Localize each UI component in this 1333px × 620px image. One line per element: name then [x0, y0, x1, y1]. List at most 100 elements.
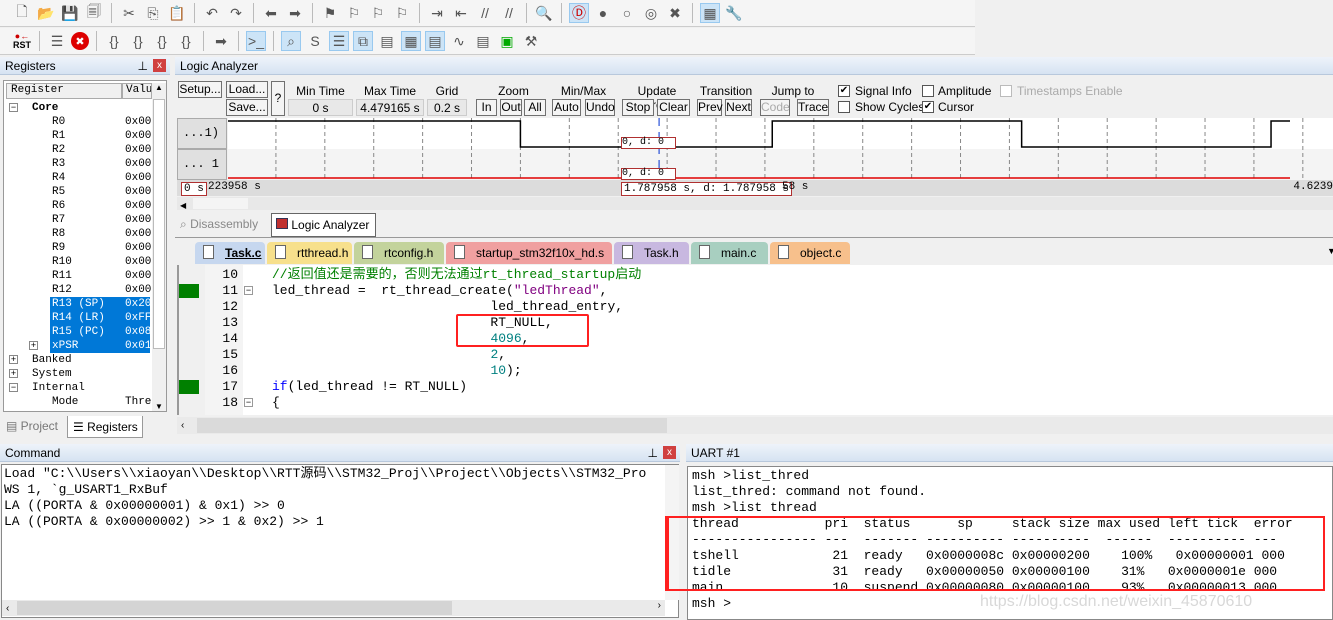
register-row[interactable]: R0 0x00: [50, 115, 151, 129]
waveform-scrollbar[interactable]: ◀: [177, 197, 1333, 210]
comment-icon[interactable]: //: [475, 3, 495, 23]
clear-button[interactable]: Clear: [657, 99, 690, 116]
pin-icon[interactable]: ⊥: [138, 59, 148, 73]
command-hscrollbar[interactable]: ‹ ›: [2, 600, 665, 616]
call-stack-window-icon[interactable]: ⧉: [353, 31, 373, 51]
register-row[interactable]: R14 (LR) 0xFF: [50, 311, 151, 325]
undo-icon[interactable]: ↶: [202, 3, 222, 23]
register-row[interactable]: R4 0x00: [50, 171, 151, 185]
register-row[interactable]: System: [30, 367, 150, 381]
register-row[interactable]: R8 0x00: [50, 227, 151, 241]
file-tab[interactable]: main.c: [691, 242, 768, 264]
waveform-display[interactable]: [228, 118, 1333, 180]
find-in-files-icon[interactable]: 🔍: [534, 3, 554, 23]
trace-button[interactable]: Trace: [797, 99, 829, 116]
redo-icon[interactable]: ↷: [226, 3, 246, 23]
register-row[interactable]: R5 0x00: [50, 185, 151, 199]
enable-breakpoint-icon[interactable]: ○: [617, 3, 637, 23]
expand-icon[interactable]: +: [9, 369, 18, 378]
save-button[interactable]: Save...: [226, 99, 268, 116]
kill-breakpoints-icon[interactable]: ✖: [665, 3, 685, 23]
register-row[interactable]: Internal: [30, 381, 150, 395]
run-icon[interactable]: ☰: [47, 31, 67, 51]
file-tab[interactable]: rtthread.h: [267, 242, 352, 264]
collapse-icon[interactable]: −: [9, 103, 18, 112]
zoom-all-button[interactable]: All: [524, 99, 546, 116]
file-tab[interactable]: Task.h: [614, 242, 689, 264]
back-icon[interactable]: ⬅: [261, 3, 281, 23]
cursor-checkbox[interactable]: ✔: [922, 101, 934, 113]
uncomment-icon[interactable]: //: [499, 3, 519, 23]
stop-button[interactable]: Stop: [622, 99, 654, 116]
watch-window-icon[interactable]: ▤: [377, 31, 397, 51]
registers-window-icon[interactable]: ☰: [329, 31, 349, 51]
bookmark-icon[interactable]: ⚑: [320, 3, 340, 23]
disassembly-window-icon[interactable]: ⌕: [281, 31, 301, 51]
collapse-icon[interactable]: −: [9, 383, 18, 392]
toolbox-icon[interactable]: ⚒: [521, 31, 541, 51]
file-tab[interactable]: rtconfig.h: [354, 242, 444, 264]
zoom-in-button[interactable]: In: [476, 99, 497, 116]
system-viewer-icon[interactable]: ▣: [497, 31, 517, 51]
file-tab[interactable]: startup_stm32f10x_hd.s: [446, 242, 612, 264]
next-bookmark-icon[interactable]: ⚐: [368, 3, 388, 23]
signal-label-1[interactable]: ...1): [177, 118, 227, 149]
code-button[interactable]: Code: [760, 99, 790, 116]
next-button[interactable]: Next: [725, 99, 752, 116]
open-file-icon[interactable]: 📂: [36, 3, 56, 23]
show-cycles-checkbox[interactable]: [838, 101, 850, 113]
analysis-window-icon[interactable]: ∿: [449, 31, 469, 51]
register-row[interactable]: Mode Thre: [50, 395, 151, 409]
stop-icon[interactable]: ✖: [71, 32, 89, 50]
indent-icon[interactable]: ⇥: [427, 3, 447, 23]
forward-icon[interactable]: ➡: [285, 3, 305, 23]
register-row[interactable]: R10 0x00: [50, 255, 151, 269]
tab-project[interactable]: ▤ Project: [6, 419, 58, 433]
trace-window-icon[interactable]: ▤: [473, 31, 493, 51]
window-layout-icon[interactable]: ▦: [700, 3, 720, 23]
timestamps-checkbox[interactable]: [1000, 85, 1012, 97]
file-tab[interactable]: Task.c: [195, 242, 265, 264]
setup-button[interactable]: Setup...: [178, 81, 222, 98]
reset-button[interactable]: ●← RST: [12, 31, 32, 51]
pin-icon[interactable]: ⊥: [648, 446, 658, 460]
run-to-cursor-icon[interactable]: {}: [176, 31, 196, 51]
clear-bookmarks-icon[interactable]: ⚐: [392, 3, 412, 23]
register-row[interactable]: R15 (PC) 0x08: [50, 325, 151, 339]
tab-disassembly[interactable]: ⌕ Disassembly: [180, 217, 258, 232]
paste-icon[interactable]: 📋: [167, 3, 187, 23]
save-icon[interactable]: 💾: [60, 3, 80, 23]
prev-bookmark-icon[interactable]: ⚐: [344, 3, 364, 23]
configure-icon[interactable]: 🔧: [724, 3, 744, 23]
register-row[interactable]: R2 0x00: [50, 143, 151, 157]
help-button[interactable]: ?: [271, 81, 285, 116]
execution-marker[interactable]: [179, 284, 199, 298]
register-row[interactable]: R11 0x00: [50, 269, 151, 283]
fold-icon[interactable]: −: [244, 398, 253, 407]
unindent-icon[interactable]: ⇤: [451, 3, 471, 23]
register-row[interactable]: R3 0x00: [50, 157, 151, 171]
memory-window-icon[interactable]: ▦: [401, 31, 421, 51]
signal-label-2[interactable]: ... 1: [177, 149, 227, 180]
file-tab[interactable]: object.c: [770, 242, 850, 264]
register-row[interactable]: R1 0x00: [50, 129, 151, 143]
step-icon[interactable]: {}: [104, 31, 124, 51]
auto-button[interactable]: Auto: [552, 99, 581, 116]
tab-logic-analyzer[interactable]: Logic Analyzer: [271, 213, 376, 237]
register-row[interactable]: R6 0x00: [50, 199, 151, 213]
close-icon[interactable]: x: [153, 59, 166, 72]
register-row[interactable]: Core: [30, 101, 150, 115]
execution-marker[interactable]: [179, 380, 199, 394]
undo-button[interactable]: Undo: [585, 99, 615, 116]
register-row[interactable]: R13 (SP) 0x20: [50, 297, 151, 311]
command-window-icon[interactable]: >_: [246, 31, 266, 51]
disable-breakpoint-icon[interactable]: ◎: [641, 3, 661, 23]
register-row[interactable]: R9 0x00: [50, 241, 151, 255]
cut-icon[interactable]: ✂: [119, 3, 139, 23]
debug-session-icon[interactable]: Ⓓ: [569, 3, 589, 23]
expand-icon[interactable]: +: [9, 355, 18, 364]
step-out-icon[interactable]: {}: [152, 31, 172, 51]
signal-info-checkbox[interactable]: ✔: [838, 85, 850, 97]
copy-icon[interactable]: ⎘: [143, 3, 163, 23]
serial-window-icon[interactable]: ▤: [425, 31, 445, 51]
